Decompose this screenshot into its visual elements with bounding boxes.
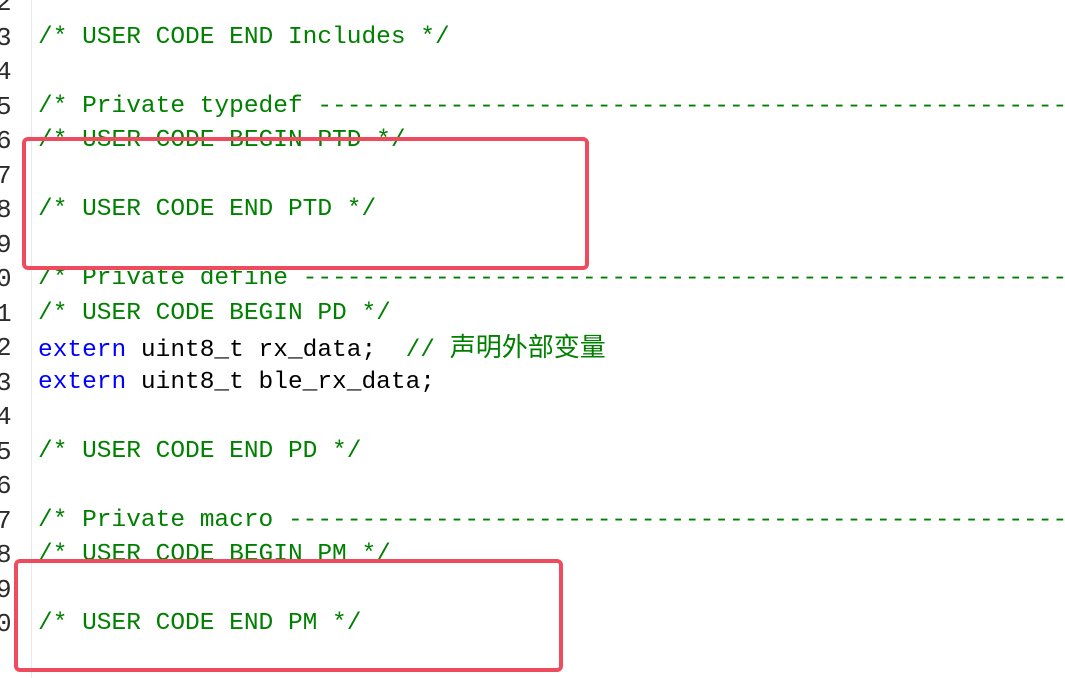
line-number: 0 (0, 609, 12, 639)
line-number: 4 (0, 57, 12, 87)
code-editor[interactable]: 2 3 4 5 6 7 8 9 0 1 2 3 4 5 6 7 8 9 0 /* USER CODE END Inc… (0, 0, 1065, 678)
code-line[interactable]: /* Private typedef ---------------------… (38, 90, 1065, 125)
line-number: 7 (0, 505, 12, 536)
line-number: 6 (0, 471, 12, 501)
comment-token: // (405, 337, 450, 364)
keyword-token: extern (38, 368, 127, 396)
comment-text-chinese: 声明外部变量 (449, 333, 606, 363)
comment-token: /* USER CODE END Includes */ (38, 23, 450, 51)
line-number: 7 (0, 160, 12, 191)
comment-token: /* Private macro -----------------------… (38, 506, 1065, 534)
code-line[interactable]: /* USER CODE END PD */ (38, 435, 361, 470)
line-number: 5 (0, 436, 12, 467)
line-number: 9 (0, 574, 12, 605)
comment-token: /* USER CODE END PD */ (38, 437, 362, 465)
line-number: 3 (0, 22, 12, 53)
code-line[interactable]: /* USER CODE BEGIN PD */ (38, 297, 391, 332)
comment-token: /* USER CODE BEGIN PD */ (38, 299, 391, 327)
line-number: 6 (0, 126, 12, 156)
line-number: 0 (0, 264, 12, 294)
line-number: 3 (0, 367, 12, 398)
line-number: 8 (0, 540, 12, 570)
code-token: uint8_t rx_data; (126, 337, 406, 364)
line-number: 1 (0, 298, 12, 329)
line-number: 9 (0, 229, 12, 260)
comment-token: /* Private typedef ---------------------… (38, 92, 1065, 120)
code-line[interactable]: /* Private macro -----------------------… (38, 504, 1065, 539)
code-line[interactable]: extern uint8_t rx_data; // 声明外部变量 (38, 331, 606, 366)
highlight-box-pm (14, 559, 563, 672)
line-number: 2 (0, 333, 12, 363)
line-number: 5 (0, 91, 12, 122)
code-line[interactable]: /* USER CODE END Includes */ (38, 21, 450, 56)
highlight-box-ptd (22, 137, 589, 270)
line-number: 4 (0, 402, 12, 432)
line-number: 8 (0, 195, 12, 225)
line-number: 2 (0, 0, 12, 18)
keyword-token: extern (38, 337, 127, 364)
code-token: uint8_t ble_rx_data; (126, 368, 435, 396)
code-line[interactable]: extern uint8_t ble_rx_data; (38, 366, 435, 401)
